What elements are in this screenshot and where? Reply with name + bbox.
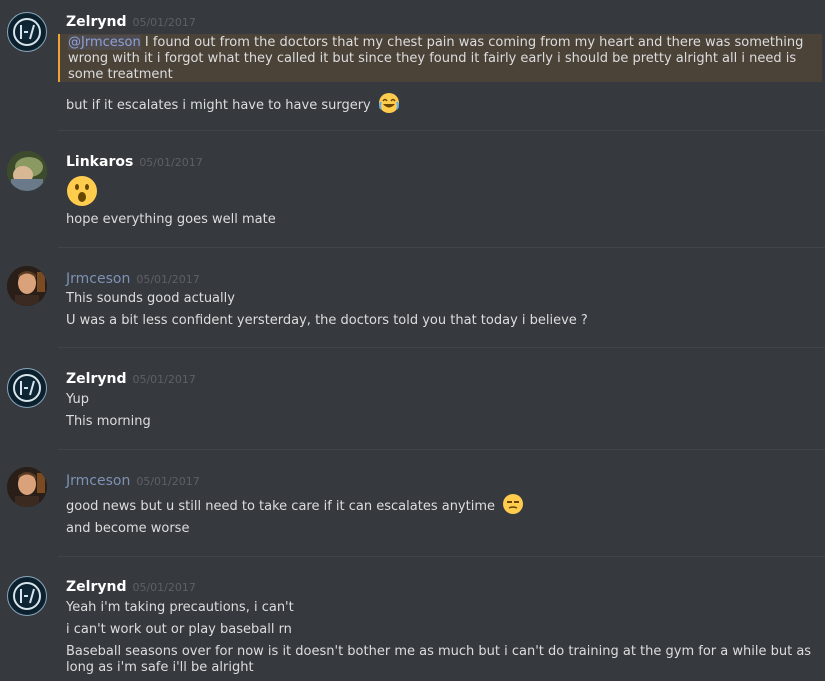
message-text: Baseball seasons over for now is it does… [66,644,812,675]
message-divider [58,130,825,131]
timestamp: 05/01/2017 [132,373,196,386]
message-text: good news but u still need to take care … [66,493,817,520]
message-text-body: I found out from the doctors that my che… [68,35,804,82]
message-text: i can't work out or play baseball rn [66,622,292,637]
timestamp: 05/01/2017 [139,156,203,169]
message-text: This sounds good actually [66,291,235,306]
timestamp: 05/01/2017 [132,581,196,594]
linkaros-avatar-image [7,151,47,191]
username[interactable]: Zelrynd [66,14,126,30]
avatar-jrmceson[interactable] [7,266,47,306]
message-divider [58,449,825,450]
timestamp: 05/01/2017 [132,16,196,29]
timestamp: 05/01/2017 [136,273,200,286]
avatar-linkaros[interactable] [7,151,47,191]
message-text: This morning [66,414,151,429]
open-mouth-emoji-icon[interactable] [66,175,98,211]
timestamp: 05/01/2017 [136,475,200,488]
message-header: Zelrynd 05/01/2017 [66,576,196,596]
username[interactable]: Zelrynd [66,371,126,387]
message-text: @Jrmceson I found out from the doctors t… [68,35,818,83]
message-text-body: but if it escalates i might have to have… [66,98,371,113]
zelrynd-logo-icon [13,582,41,610]
zelrynd-logo-icon [13,374,41,402]
username[interactable]: Zelrynd [66,579,126,595]
message-text: and become worse [66,521,190,536]
message-text: but if it escalates i might have to have… [66,92,817,119]
unamused-emoji-icon[interactable] [502,493,524,520]
username[interactable]: Linkaros [66,154,133,170]
message-text-body: good news but u still need to take care … [66,499,495,514]
message-text: hope everything goes well mate [66,212,276,227]
message-text: Yeah i'm taking precautions, i can't [66,600,294,615]
message-header: Jrmceson 05/01/2017 [66,470,200,490]
joy-emoji-icon[interactable] [378,92,400,119]
chat-log: Zelrynd 05/01/2017 @Jrmceson I found out … [0,0,825,681]
jrmceson-avatar-image [7,266,47,306]
message-header: Jrmceson 05/01/2017 [66,268,200,288]
avatar-zelrynd[interactable] [7,12,47,52]
message-text: Yup [66,392,89,407]
jrmceson-avatar-image [7,467,47,507]
message-divider [58,247,825,248]
avatar-jrmceson[interactable] [7,467,47,507]
avatar-zelrynd[interactable] [7,368,47,408]
message-header: Zelrynd 05/01/2017 [66,11,196,31]
message-header: Zelrynd 05/01/2017 [66,368,196,388]
message-divider [58,556,825,557]
username[interactable]: Jrmceson [66,473,130,489]
user-mention[interactable]: @Jrmceson [68,35,141,50]
zelrynd-logo-icon [13,18,41,46]
message-header: Linkaros 05/01/2017 [66,151,203,171]
avatar-zelrynd[interactable] [7,576,47,616]
message-text: U was a bit less confident yersterday, t… [66,313,588,328]
mention-highlight: @Jrmceson I found out from the doctors t… [58,34,822,82]
username[interactable]: Jrmceson [66,271,130,287]
message-divider [58,347,825,348]
